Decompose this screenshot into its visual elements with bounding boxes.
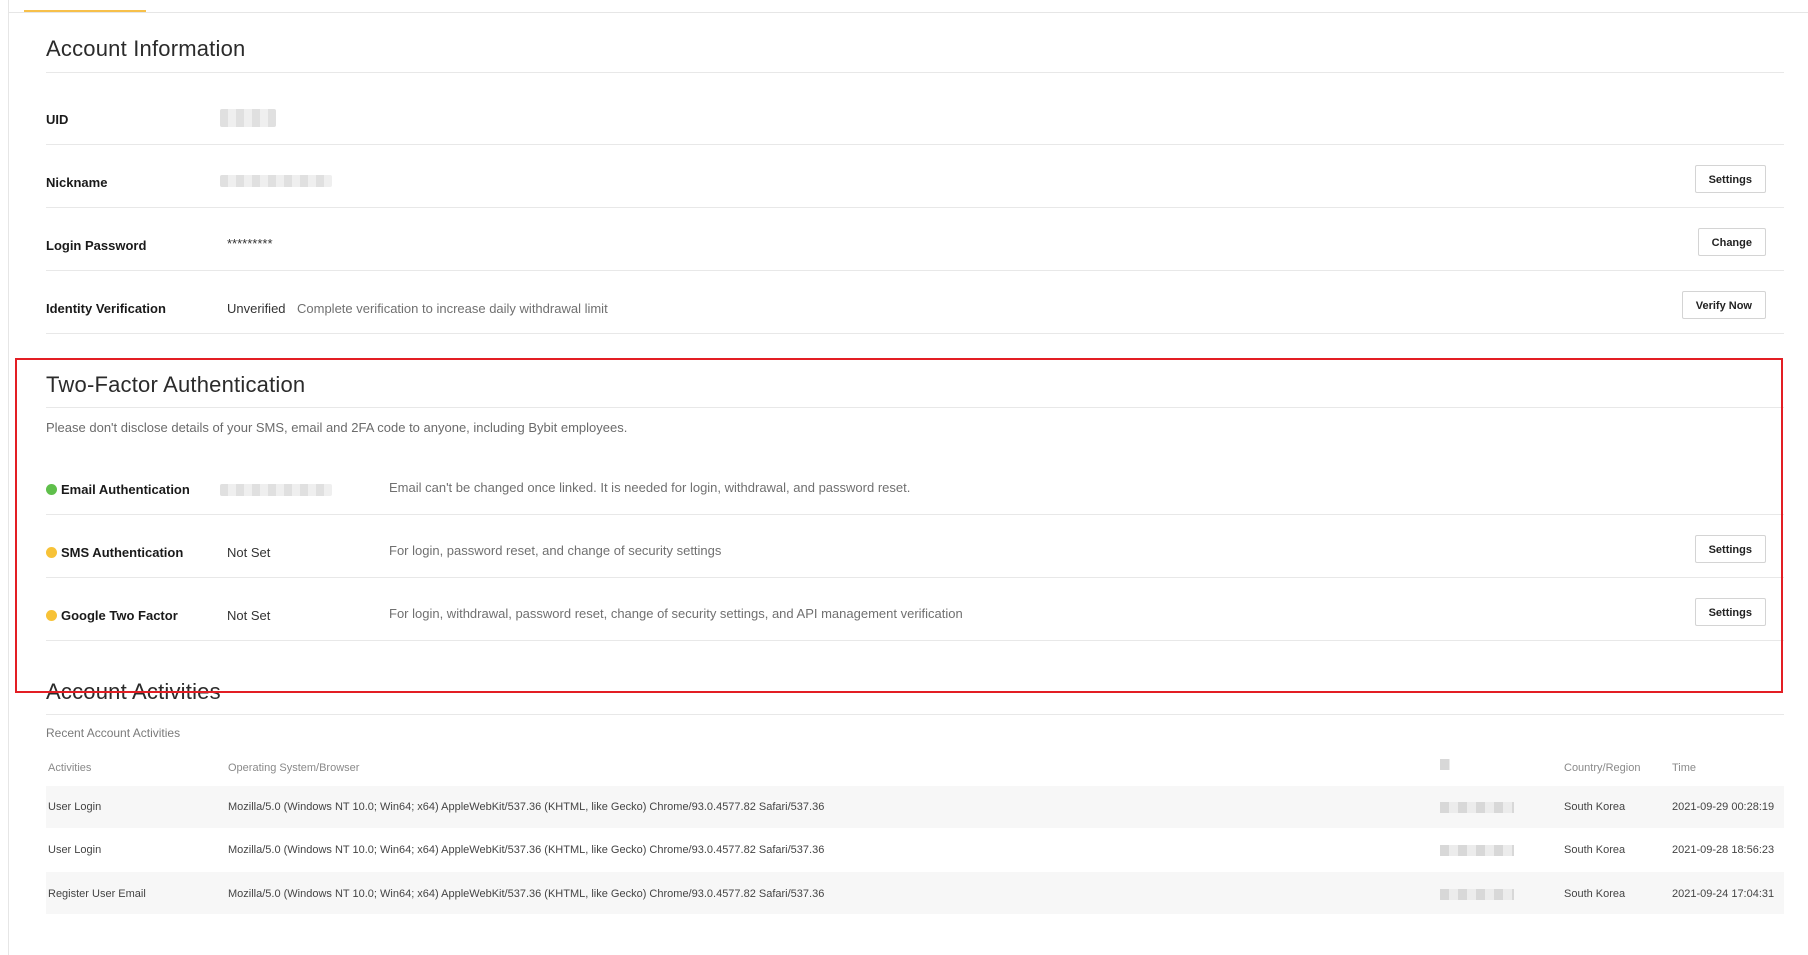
nickname-settings-button[interactable]: Settings bbox=[1694, 165, 1766, 193]
ip-header-redacted bbox=[1440, 759, 1450, 770]
uid-value-redacted bbox=[220, 109, 276, 127]
time-cell: 2021-09-24 17:04:31 bbox=[1672, 888, 1775, 900]
country-cell: South Korea bbox=[1564, 801, 1626, 813]
column-header-country: Country/Region bbox=[1564, 762, 1641, 774]
column-header-time: Time bbox=[1672, 762, 1697, 774]
nickname-value-redacted bbox=[220, 175, 332, 187]
login-password-value: ********* bbox=[227, 236, 273, 251]
os-browser-cell: Mozilla/5.0 (Windows NT 10.0; Win64; x64… bbox=[228, 801, 825, 813]
divider bbox=[46, 714, 1784, 715]
divider bbox=[46, 207, 1784, 208]
recent-activities-subtitle: Recent Account Activities bbox=[46, 726, 181, 740]
identity-verification-label: Identity Verification bbox=[46, 301, 166, 316]
ip-cell-redacted bbox=[1440, 845, 1514, 856]
ip-cell-redacted bbox=[1440, 802, 1514, 813]
nickname-label: Nickname bbox=[46, 175, 108, 190]
time-cell: 2021-09-29 00:28:19 bbox=[1672, 801, 1775, 813]
country-cell: South Korea bbox=[1564, 844, 1626, 856]
divider bbox=[46, 270, 1784, 271]
column-header-os-browser: Operating System/Browser bbox=[228, 762, 360, 774]
active-tab-indicator bbox=[24, 10, 146, 12]
ip-cell-redacted bbox=[1440, 889, 1514, 900]
highlight-annotation-box bbox=[15, 358, 1783, 693]
identity-status: Unverified bbox=[227, 301, 286, 316]
table-row: User Login Mozilla/5.0 (Windows NT 10.0;… bbox=[46, 828, 1784, 870]
account-info-title: Account Information bbox=[46, 36, 246, 61]
identity-description: Complete verification to increase daily … bbox=[297, 301, 608, 316]
activity-cell: Register User Email bbox=[48, 888, 146, 900]
login-password-label: Login Password bbox=[46, 238, 147, 253]
os-browser-cell: Mozilla/5.0 (Windows NT 10.0; Win64; x64… bbox=[228, 844, 825, 856]
divider bbox=[46, 72, 1784, 73]
left-border bbox=[8, 0, 9, 955]
tab-bar-underline bbox=[8, 12, 1808, 13]
os-browser-cell: Mozilla/5.0 (Windows NT 10.0; Win64; x64… bbox=[228, 888, 825, 900]
activity-cell: User Login bbox=[48, 801, 102, 813]
country-cell: South Korea bbox=[1564, 888, 1626, 900]
column-header-activities: Activities bbox=[48, 762, 92, 774]
activity-cell: User Login bbox=[48, 844, 102, 856]
time-cell: 2021-09-28 18:56:23 bbox=[1672, 844, 1775, 856]
divider bbox=[46, 144, 1784, 145]
table-row: User Login Mozilla/5.0 (Windows NT 10.0;… bbox=[46, 786, 1784, 828]
uid-label: UID bbox=[46, 112, 69, 127]
verify-now-button[interactable]: Verify Now bbox=[1681, 291, 1766, 319]
change-password-button[interactable]: Change bbox=[1697, 228, 1766, 256]
divider bbox=[46, 333, 1784, 334]
table-row: Register User Email Mozilla/5.0 (Windows… bbox=[46, 872, 1784, 914]
